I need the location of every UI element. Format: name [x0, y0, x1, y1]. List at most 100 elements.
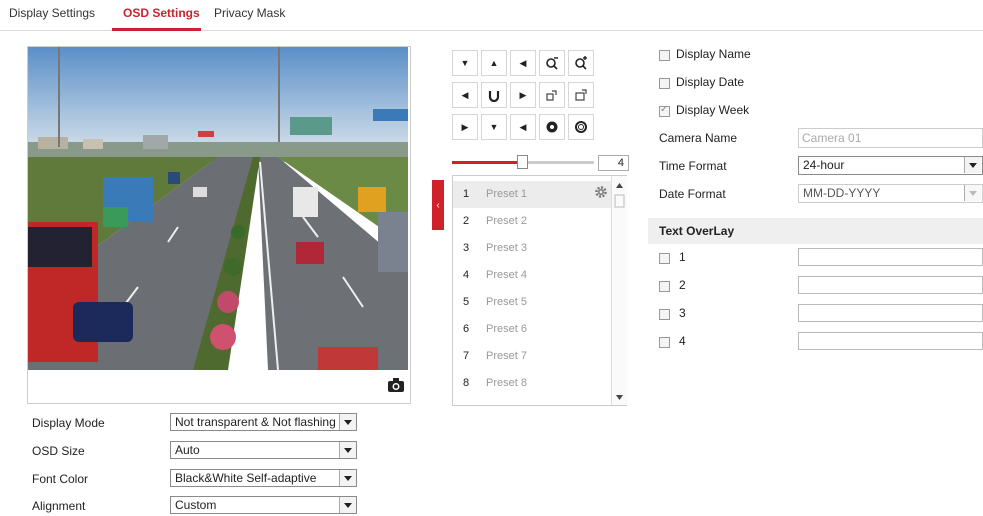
overlay-3-label: 3	[679, 306, 686, 320]
display-week-checkbox[interactable]	[659, 104, 670, 117]
chevron-down-icon	[339, 442, 356, 458]
up-right-arrow-icon: ▶	[461, 121, 469, 132]
time-format-select[interactable]: 24-hour	[798, 156, 983, 175]
preset-name: Preset 3	[486, 242, 527, 254]
iris-open-icon	[545, 120, 559, 134]
preset-item[interactable]: 7 Preset 7	[453, 343, 613, 370]
ptz-speed-handle[interactable]	[517, 155, 528, 169]
auto-rotate-button[interactable]	[481, 82, 507, 108]
overlay-2-checkbox[interactable]	[659, 281, 670, 292]
preset-item[interactable]: 6 Preset 6	[453, 316, 613, 343]
focus-near-button[interactable]	[539, 82, 565, 108]
preset-name: Preset 6	[486, 323, 527, 335]
preset-item[interactable]: 8 Preset 8	[453, 370, 613, 397]
iris-close-icon	[574, 120, 588, 134]
down-left-arrow-icon: ▼	[460, 58, 470, 68]
osd-size-label: OSD Size	[32, 444, 85, 458]
preset-number: 2	[463, 215, 470, 227]
preset-item[interactable]: 3 Preset 3	[453, 235, 613, 262]
left-arrow-button[interactable]: ◀	[452, 82, 478, 108]
date-format-select[interactable]: MM-DD-YYYY	[798, 184, 983, 203]
camera-icon	[388, 378, 404, 392]
up-arrow-icon: ▲	[489, 58, 499, 68]
chevron-down-icon	[339, 497, 356, 513]
up-left-arrow-button[interactable]: ◀	[510, 50, 536, 76]
preset-settings-button[interactable]	[594, 185, 608, 199]
preset-number: 3	[463, 242, 470, 254]
left-arrow-icon: ◀	[461, 89, 469, 100]
alignment-value: Custom	[175, 498, 217, 512]
chevron-down-icon	[964, 157, 981, 173]
tab-privacy-mask[interactable]: Privacy Mask	[214, 6, 285, 20]
active-tab-indicator	[112, 28, 201, 31]
down-left-arrow-button[interactable]: ▼	[452, 50, 478, 76]
preset-item[interactable]: 4 Preset 4	[453, 262, 613, 289]
display-name-checkbox[interactable]	[659, 50, 670, 61]
preset-number: 4	[463, 269, 470, 281]
zoom-out-button[interactable]	[568, 50, 594, 76]
font-color-value: Black&White Self-adaptive	[175, 471, 317, 485]
date-format-value: MM-DD-YYYY	[803, 186, 881, 200]
display-mode-value: Not transparent & Not flashing	[175, 415, 336, 429]
gear-icon	[595, 186, 607, 198]
osd-size-value: Auto	[175, 443, 200, 457]
right-arrow-icon: ▶	[519, 89, 527, 100]
display-name-label: Display Name	[676, 47, 751, 61]
auto-rotate-icon	[487, 88, 501, 102]
overlay-3-checkbox[interactable]	[659, 309, 670, 320]
display-week-label: Display Week	[676, 103, 750, 117]
preset-list: 1 Preset 1 2 Preset 2 3 Preset 3 4 Preset 4 5 Pre…	[452, 175, 627, 406]
iris-open-button[interactable]	[539, 114, 565, 140]
collapse-ptz-button[interactable]: ‹	[432, 180, 444, 230]
overlay-4-text-field[interactable]	[798, 332, 983, 350]
preset-name: Preset 5	[486, 296, 527, 308]
camera-name-value: Camera 01	[802, 131, 862, 145]
date-format-label: Date Format	[659, 187, 726, 201]
preset-name: Preset 2	[486, 215, 527, 227]
tab-osd-settings[interactable]: OSD Settings	[123, 6, 200, 20]
preset-name: Preset 7	[486, 350, 527, 362]
time-format-label: Time Format	[659, 159, 727, 173]
zoom-in-button[interactable]	[539, 50, 565, 76]
up-arrow-button[interactable]: ▲	[481, 50, 507, 76]
focus-far-button[interactable]	[568, 82, 594, 108]
down-right-arrow-icon: ◀	[519, 121, 527, 132]
overlay-4-label: 4	[679, 334, 686, 348]
preset-number: 6	[463, 323, 470, 335]
preset-item[interactable]: 2 Preset 2	[453, 208, 613, 235]
down-right-arrow-button[interactable]: ◀	[510, 114, 536, 140]
ptz-speed-fill	[452, 161, 520, 164]
osd-size-select[interactable]: Auto	[170, 441, 357, 459]
up-right-arrow-button[interactable]: ▶	[452, 114, 478, 140]
capture-button[interactable]	[387, 377, 405, 393]
tab-display-settings[interactable]: Display Settings	[9, 6, 95, 20]
chevron-down-icon	[339, 470, 356, 486]
display-mode-select[interactable]: Not transparent & Not flashing	[170, 413, 357, 431]
preset-item[interactable]: 5 Preset 5	[453, 289, 613, 316]
camera-name-field[interactable]: Camera 01	[798, 128, 983, 148]
preset-number: 1	[463, 188, 470, 200]
down-arrow-button[interactable]: ▼	[481, 114, 507, 140]
overlay-1-text-field[interactable]	[798, 248, 983, 266]
iris-close-button[interactable]	[568, 114, 594, 140]
overlay-2-text-field[interactable]	[798, 276, 983, 294]
up-left-arrow-icon: ◀	[519, 57, 527, 68]
right-arrow-button[interactable]: ▶	[510, 82, 536, 108]
preset-name: Preset 4	[486, 269, 527, 281]
overlay-4-checkbox[interactable]	[659, 337, 670, 348]
overlay-2-label: 2	[679, 278, 686, 292]
scroll-up-icon[interactable]	[616, 183, 623, 188]
scroll-down-icon[interactable]	[616, 395, 623, 400]
preset-scrollbar[interactable]	[611, 176, 627, 405]
display-date-checkbox[interactable]	[659, 78, 670, 89]
preset-item[interactable]: 1 Preset 1	[453, 181, 613, 208]
alignment-select[interactable]: Custom	[170, 496, 357, 514]
overlay-3-text-field[interactable]	[798, 304, 983, 322]
font-color-label: Font Color	[32, 472, 89, 486]
live-video-image[interactable]	[28, 47, 408, 370]
overlay-1-checkbox[interactable]	[659, 253, 670, 264]
chevron-left-icon: ‹	[436, 199, 440, 211]
text-overlay-header: Text OverLay	[648, 218, 983, 244]
display-date-label: Display Date	[676, 75, 745, 89]
font-color-select[interactable]: Black&White Self-adaptive	[170, 469, 357, 487]
